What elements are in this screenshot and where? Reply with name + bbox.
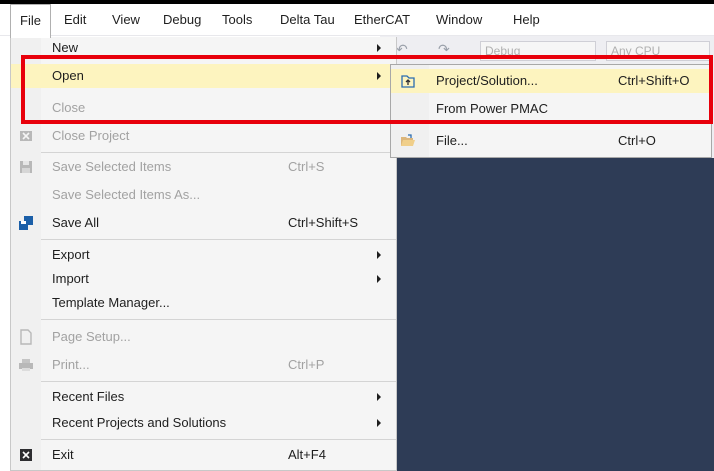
menu-separator xyxy=(41,439,396,440)
solution-config-combo[interactable]: Debug xyxy=(480,41,596,61)
menu-item-import[interactable]: Import xyxy=(11,267,396,291)
submenu-item-shortcut: Ctrl+Shift+O xyxy=(618,73,690,88)
menu-item-label: Template Manager... xyxy=(52,295,170,310)
menu-item-save-selected[interactable]: Save Selected Items Ctrl+S xyxy=(11,155,396,179)
menu-bar: File Edit View Debug Tools Delta Tau Eth… xyxy=(0,4,714,38)
menu-item-label: Save Selected Items xyxy=(52,159,172,174)
page-setup-icon xyxy=(18,329,34,345)
submenu-item-file[interactable]: File... Ctrl+O xyxy=(391,129,711,153)
open-folder-icon xyxy=(400,133,416,149)
menu-separator xyxy=(41,152,396,153)
menu-item-shortcut: Alt+F4 xyxy=(288,447,326,462)
submenu-item-label: File... xyxy=(436,133,468,148)
menu-item-exit[interactable]: Exit Alt+F4 xyxy=(11,443,396,467)
toolbar: ↶ ↷ Debug Any CPU xyxy=(380,36,714,66)
menu-item-label: Import xyxy=(52,271,89,286)
menu-delta-tau[interactable]: Delta Tau xyxy=(271,4,344,36)
submenu-item-label: From Power PMAC xyxy=(436,101,548,116)
submenu-item-label: Project/Solution... xyxy=(436,73,538,88)
menu-item-label: Export xyxy=(52,247,90,262)
menu-item-label: Save All xyxy=(52,215,99,230)
menu-window[interactable]: Window xyxy=(427,4,491,36)
menu-item-page-setup[interactable]: Page Setup... xyxy=(11,325,396,349)
menu-item-save-all[interactable]: Save All Ctrl+Shift+S xyxy=(11,211,396,235)
menu-edit[interactable]: Edit xyxy=(55,4,95,36)
menu-item-close-project[interactable]: Close Project xyxy=(11,124,396,148)
open-project-icon xyxy=(400,73,416,89)
submenu-item-from-power-pmac[interactable]: From Power PMAC xyxy=(391,97,711,121)
menu-item-recent-files[interactable]: Recent Files xyxy=(11,385,396,409)
menu-item-close[interactable]: Close xyxy=(11,96,396,120)
submenu-arrow-icon xyxy=(377,72,381,80)
menu-separator xyxy=(41,381,396,382)
menu-item-recent-projects[interactable]: Recent Projects and Solutions xyxy=(11,411,396,435)
menu-separator xyxy=(41,319,396,320)
menu-view[interactable]: View xyxy=(103,4,149,36)
file-menu: New Open Close Close Project Save Select… xyxy=(10,37,397,471)
exit-icon xyxy=(18,447,34,463)
submenu-item-shortcut: Ctrl+O xyxy=(618,133,656,148)
menu-item-label: Exit xyxy=(52,447,74,462)
submenu-arrow-icon xyxy=(377,44,381,52)
submenu-arrow-icon xyxy=(377,419,381,427)
menu-separator xyxy=(41,239,396,240)
undo-icon[interactable]: ↶ xyxy=(396,41,408,58)
menu-item-label: Recent Projects and Solutions xyxy=(52,415,227,430)
printer-icon xyxy=(18,357,34,373)
menu-item-label: Open xyxy=(52,68,84,83)
menu-item-shortcut: Ctrl+S xyxy=(288,159,325,174)
save-icon xyxy=(18,159,34,175)
menu-item-label: Save Selected Items As... xyxy=(52,187,201,202)
close-project-icon xyxy=(18,128,34,144)
menu-ethercat[interactable]: EtherCAT xyxy=(345,4,419,36)
menu-item-export[interactable]: Export xyxy=(11,243,396,267)
menu-debug[interactable]: Debug xyxy=(154,4,210,36)
menu-file[interactable]: File xyxy=(10,4,51,38)
menu-item-label: Print... xyxy=(52,357,90,372)
platform-combo[interactable]: Any CPU xyxy=(606,41,710,61)
open-submenu: Project/Solution... Ctrl+Shift+O From Po… xyxy=(390,64,712,158)
menu-item-label: Close xyxy=(52,100,86,115)
menu-item-open[interactable]: Open xyxy=(11,64,396,88)
menu-item-label: Recent Files xyxy=(52,389,125,404)
menu-help[interactable]: Help xyxy=(504,4,549,36)
menu-tools[interactable]: Tools xyxy=(213,4,261,36)
submenu-arrow-icon xyxy=(377,275,381,283)
menu-item-shortcut: Ctrl+Shift+S xyxy=(288,215,359,230)
menu-item-save-selected-as[interactable]: Save Selected Items As... xyxy=(11,183,396,207)
menu-item-new[interactable]: New xyxy=(11,37,396,59)
menu-item-shortcut: Ctrl+P xyxy=(288,357,325,372)
submenu-arrow-icon xyxy=(377,393,381,401)
menu-item-label: New xyxy=(52,40,79,55)
menu-item-label: Close Project xyxy=(52,128,130,143)
redo-icon[interactable]: ↷ xyxy=(438,41,450,58)
menu-item-print[interactable]: Print... Ctrl+P xyxy=(11,353,396,377)
submenu-item-project-solution[interactable]: Project/Solution... Ctrl+Shift+O xyxy=(391,69,711,93)
menu-item-label: Page Setup... xyxy=(52,329,131,344)
menu-item-template-manager[interactable]: Template Manager... xyxy=(11,291,396,315)
save-all-icon xyxy=(18,215,34,231)
submenu-arrow-icon xyxy=(377,251,381,259)
